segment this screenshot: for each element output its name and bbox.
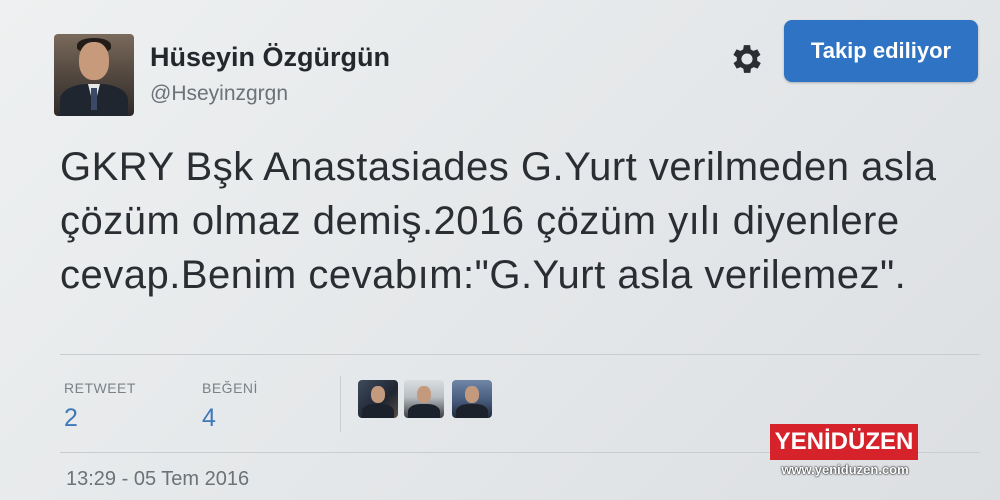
user-handle[interactable]: @Hseyinzgrgn (150, 82, 288, 106)
tweet-text: GKRY Bşk Anastasiades G.Yurt verilmeden … (60, 145, 937, 297)
liker-avatar[interactable] (358, 380, 398, 418)
liker-face (417, 386, 431, 403)
avatar-tie (91, 88, 97, 110)
yeniduzen-logo: YENİDÜZEN (770, 424, 918, 460)
like-label: BEĞENİ (202, 380, 258, 396)
liker-face (465, 386, 479, 403)
profile-avatar[interactable] (54, 34, 134, 116)
liker-body (408, 404, 440, 418)
liker-face (371, 386, 385, 403)
avatar-face (79, 42, 109, 80)
liker-body (456, 404, 488, 418)
liker-body (362, 404, 394, 418)
tweet-timestamp[interactable]: 13:29 - 05 Tem 2016 (66, 468, 249, 491)
gear-icon[interactable] (728, 40, 766, 78)
logo-text: YENİDÜZEN (774, 428, 914, 455)
logo-url: www.yeniduzen.com (781, 462, 909, 477)
liker-avatar[interactable] (404, 380, 444, 418)
like-count[interactable]: 4 (202, 404, 216, 433)
stats-divider (340, 376, 341, 432)
retweet-label: RETWEET (64, 380, 136, 396)
retweet-count[interactable]: 2 (64, 404, 78, 433)
divider-top (60, 354, 980, 355)
following-button[interactable]: Takip ediliyor (784, 20, 978, 82)
liker-avatar[interactable] (452, 380, 492, 418)
user-display-name[interactable]: Hüseyin Özgürgün (150, 42, 390, 73)
